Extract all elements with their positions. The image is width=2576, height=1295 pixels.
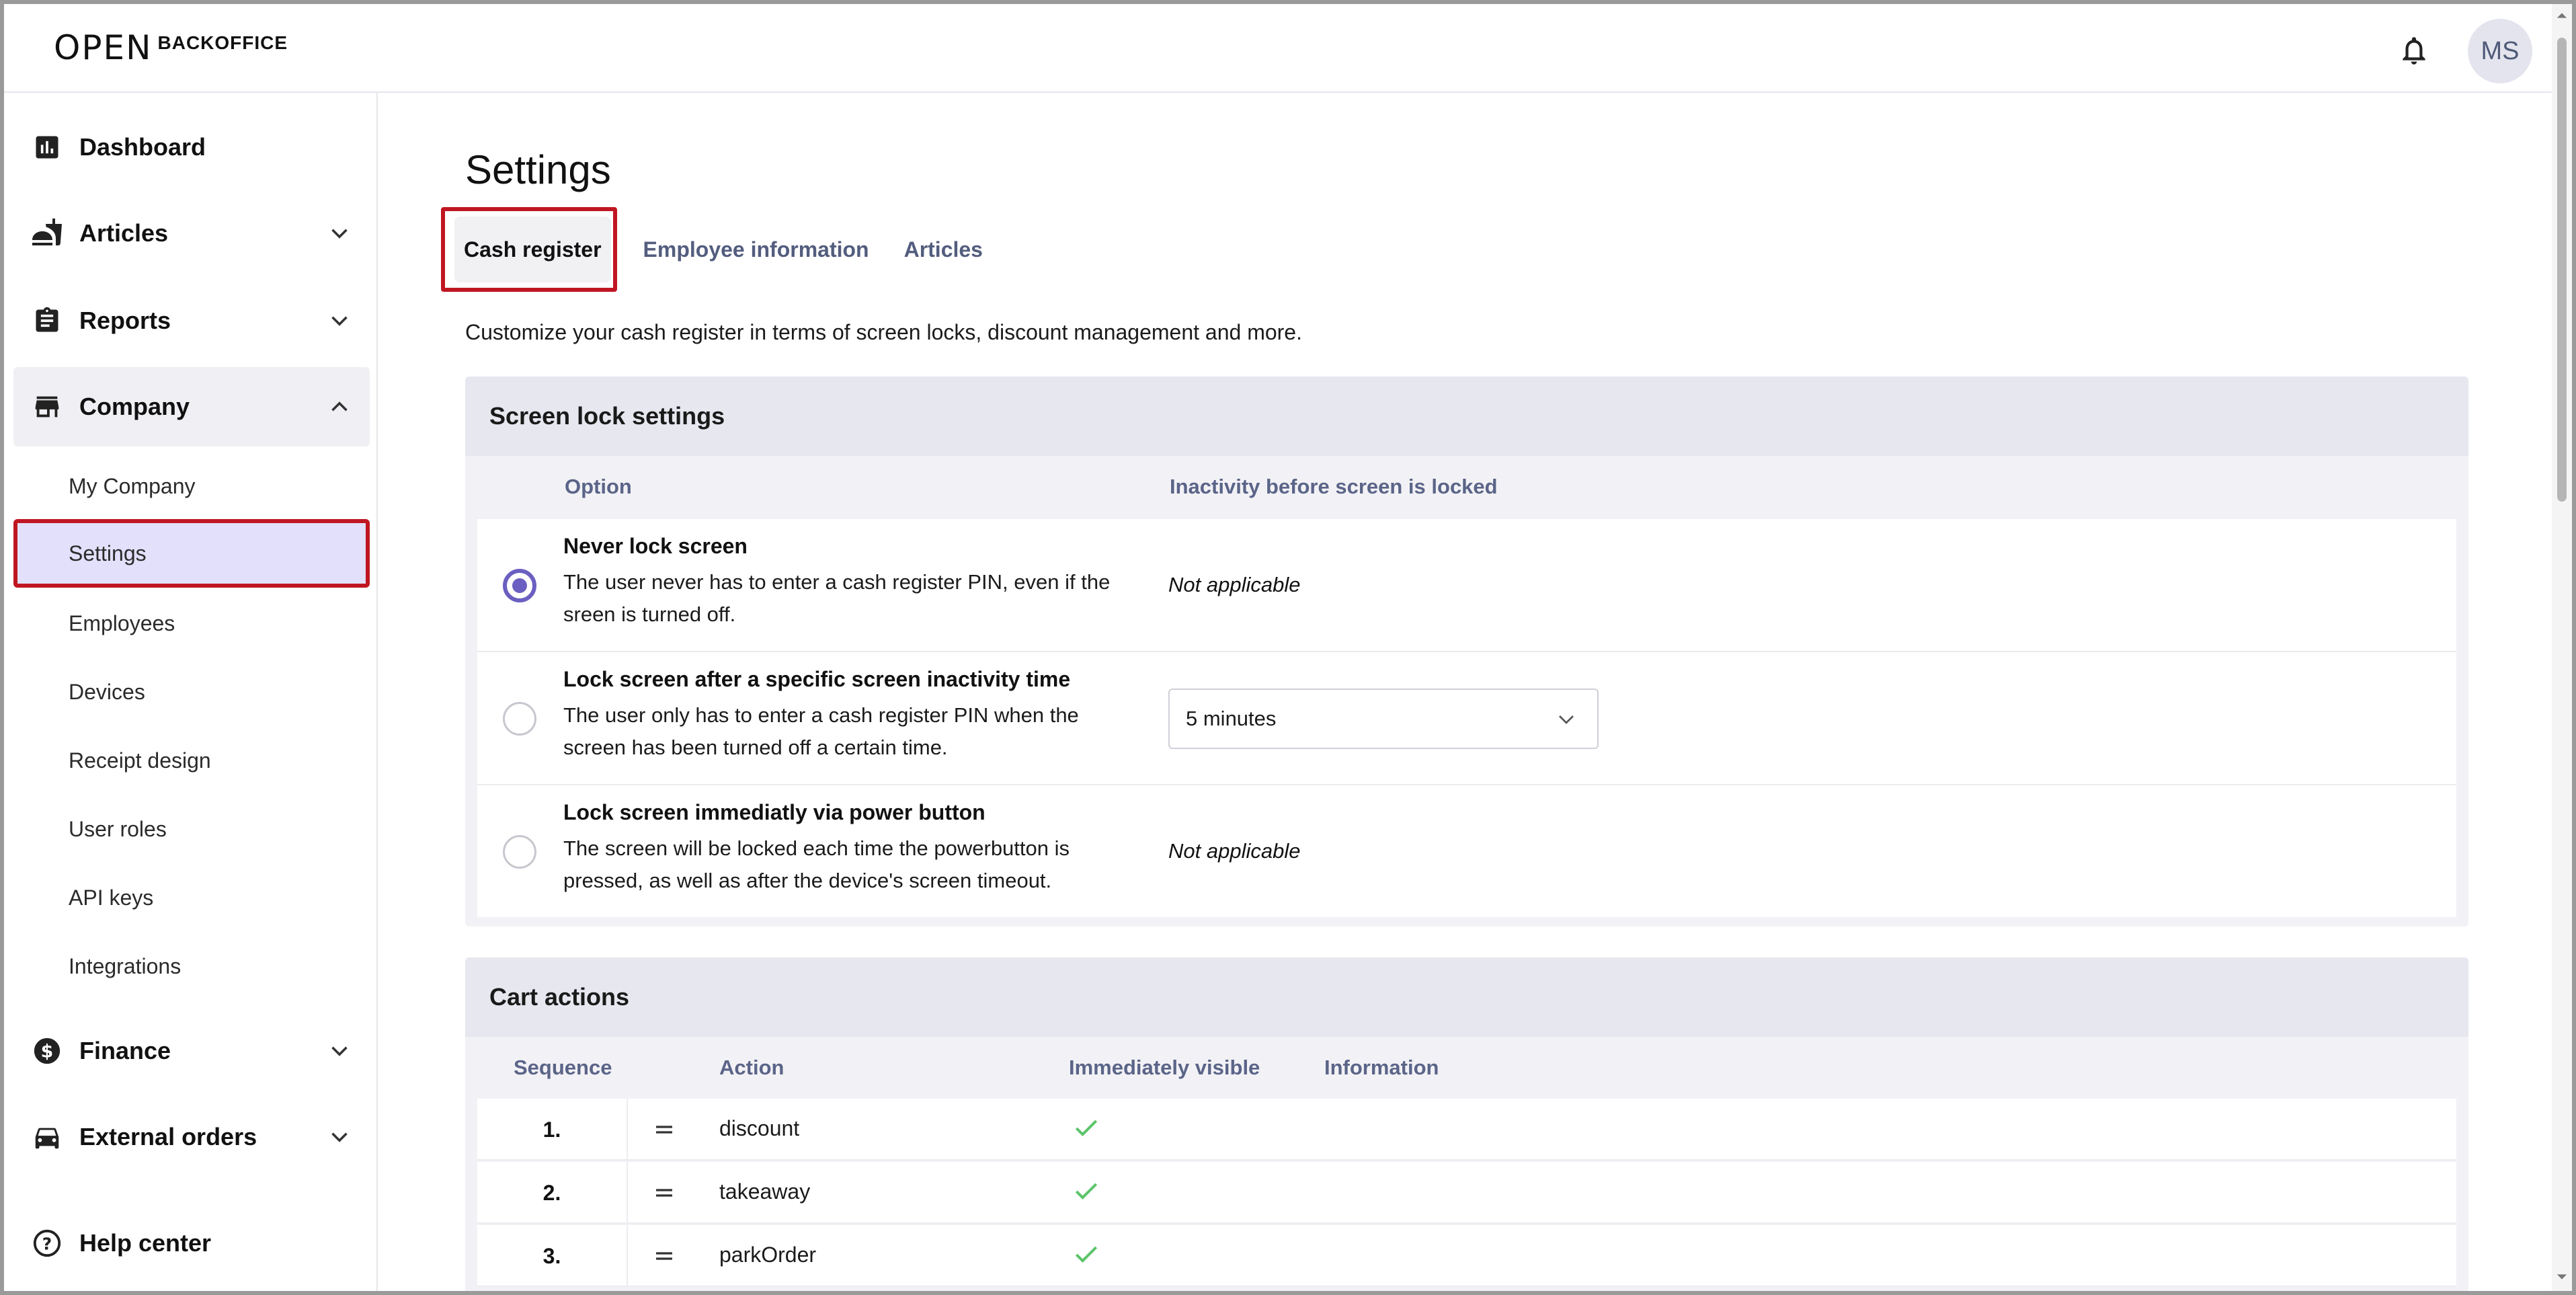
sidebar-item-api-keys[interactable]: API keys — [13, 863, 370, 932]
sidebar-item-help-center[interactable]: ? Help center — [13, 1204, 370, 1283]
sidebar-item-dashboard[interactable]: Dashboard — [13, 108, 370, 187]
sidebar-item-articles[interactable]: Articles — [13, 194, 370, 273]
chevron-down-icon — [1559, 715, 1574, 724]
table-row[interactable]: 1. discount — [477, 1099, 2456, 1161]
option-title: Never lock screen — [563, 534, 748, 558]
check-icon — [1075, 1183, 1098, 1200]
chevron-up-icon — [331, 401, 348, 411]
sidebar-item-integrations[interactable]: Integrations — [13, 932, 370, 1000]
lock-option-row[interactable]: Never lock screen The user never has to … — [477, 519, 2456, 652]
option-title: Lock screen immediatly via power button — [563, 800, 985, 824]
card-heading: Cart actions — [465, 957, 2468, 1037]
option-title: Lock screen after a specific screen inac… — [563, 667, 1071, 691]
drag-handle-icon[interactable] — [653, 1245, 675, 1267]
sidebar: Dashboard Articles Reports Company My Co… — [4, 93, 378, 1291]
sidebar-item-reports[interactable]: Reports — [13, 281, 370, 360]
sidebar-item-label: External orders — [79, 1123, 257, 1150]
sidebar-item-user-roles[interactable]: User roles — [13, 795, 370, 863]
row-sequence: 3. — [477, 1225, 628, 1287]
inactivity-time-select[interactable]: 5 minutes — [1168, 689, 1599, 749]
chevron-down-icon — [331, 316, 348, 326]
row-action: parkOrder — [719, 1243, 817, 1267]
sidebar-item-label: Company — [79, 393, 190, 420]
option-value: Not applicable — [1168, 573, 1301, 596]
sidebar-item-label: Reports — [79, 307, 171, 334]
sidebar-item-label: Articles — [79, 219, 169, 247]
sidebar-item-employees[interactable]: Employees — [13, 589, 370, 658]
tab-articles[interactable]: Articles — [887, 217, 1000, 282]
option-description: The screen will be locked each time the … — [563, 836, 1070, 892]
sidebar-item-external-orders[interactable]: External orders — [13, 1097, 370, 1177]
lock-option-row[interactable]: Lock screen immediatly via power button … — [477, 785, 2456, 917]
page-intro: Customize your cash register in terms of… — [465, 320, 1302, 344]
notification-bell-icon[interactable] — [2397, 34, 2431, 67]
food-icon — [30, 216, 65, 251]
check-icon — [1075, 1120, 1098, 1137]
table-row[interactable]: 2. takeaway — [477, 1162, 2456, 1224]
help-icon: ? — [30, 1226, 65, 1261]
card-heading: Screen lock settings — [465, 377, 2468, 456]
store-icon — [30, 389, 65, 424]
sidebar-item-company[interactable]: Company — [13, 367, 370, 446]
sidebar-item-settings[interactable]: Settings — [13, 519, 370, 588]
radio-lock-after-inactivity[interactable] — [503, 702, 536, 736]
column-header-immediately-visible: Immediately visible — [1069, 1056, 1260, 1079]
column-header-action: Action — [719, 1056, 784, 1079]
option-description: The user only has to enter a cash regist… — [563, 703, 1079, 759]
scroll-down-icon[interactable] — [2556, 1271, 2568, 1283]
page-title: Settings — [465, 147, 611, 192]
option-value: Not applicable — [1168, 839, 1301, 863]
sidebar-item-receipt-design[interactable]: Receipt design — [13, 726, 370, 795]
bar-chart-icon — [30, 130, 65, 165]
chevron-down-icon — [331, 229, 348, 239]
sidebar-item-my-company[interactable]: My Company — [13, 452, 370, 520]
drag-handle-icon[interactable] — [653, 1119, 675, 1140]
radio-never-lock[interactable] — [503, 569, 536, 602]
row-action: takeaway — [719, 1179, 811, 1204]
select-value: 5 minutes — [1186, 707, 1277, 730]
vertical-scrollbar[interactable] — [2552, 4, 2572, 1291]
option-description: The user never has to enter a cash regis… — [563, 570, 1111, 626]
radio-lock-via-power-button[interactable] — [503, 835, 536, 869]
row-sequence: 1. — [477, 1099, 628, 1161]
lock-option-row[interactable]: Lock screen after a specific screen inac… — [477, 652, 2456, 785]
svg-text:$: $ — [41, 1042, 54, 1062]
sidebar-item-label: Help center — [79, 1229, 212, 1257]
dollar-icon: $ — [30, 1033, 65, 1068]
drag-handle-icon[interactable] — [653, 1182, 675, 1204]
svg-text:?: ? — [42, 1234, 52, 1254]
table-row[interactable]: 3. parkOrder — [477, 1225, 2456, 1287]
tab-employee-information[interactable]: Employee information — [626, 217, 887, 282]
logo-word: BACKOFFICE — [157, 32, 288, 53]
sidebar-item-label: Finance — [79, 1037, 171, 1064]
column-header-inactivity: Inactivity before screen is locked — [1170, 475, 1498, 498]
check-icon — [1075, 1246, 1098, 1263]
chevron-down-icon — [331, 1046, 348, 1056]
scrollbar-thumb[interactable] — [2557, 38, 2567, 502]
row-action: discount — [719, 1116, 800, 1140]
top-bar: OPEN BACKOFFICE MS — [4, 4, 2572, 93]
column-header-sequence: Sequence — [514, 1056, 612, 1079]
column-header-information: Information — [1324, 1056, 1439, 1079]
column-header-option: Option — [565, 475, 632, 498]
sidebar-item-label: Dashboard — [79, 133, 206, 161]
row-sequence: 2. — [477, 1162, 628, 1224]
scroll-up-icon[interactable] — [2556, 9, 2568, 22]
sidebar-item-finance[interactable]: $ Finance — [13, 1011, 370, 1091]
chevron-down-icon — [331, 1132, 348, 1142]
clipboard-icon — [30, 303, 65, 338]
avatar[interactable]: MS — [2468, 19, 2532, 83]
screen-lock-card: Screen lock settings Option Inactivity b… — [465, 377, 2468, 927]
cart-actions-card: Cart actions Sequence Action Immediately… — [465, 957, 2468, 1291]
tab-highlight-outline — [441, 207, 617, 292]
sidebar-item-devices[interactable]: Devices — [13, 658, 370, 726]
browser-frame: OPEN BACKOFFICE MS Dashboard Articles Re… — [0, 0, 2576, 1295]
logo[interactable]: OPEN BACKOFFICE — [54, 28, 288, 67]
main-content: Settings Cash register Employee informat… — [441, 93, 2482, 1291]
car-icon — [30, 1120, 65, 1154]
logo-mark: OPEN — [54, 28, 153, 67]
